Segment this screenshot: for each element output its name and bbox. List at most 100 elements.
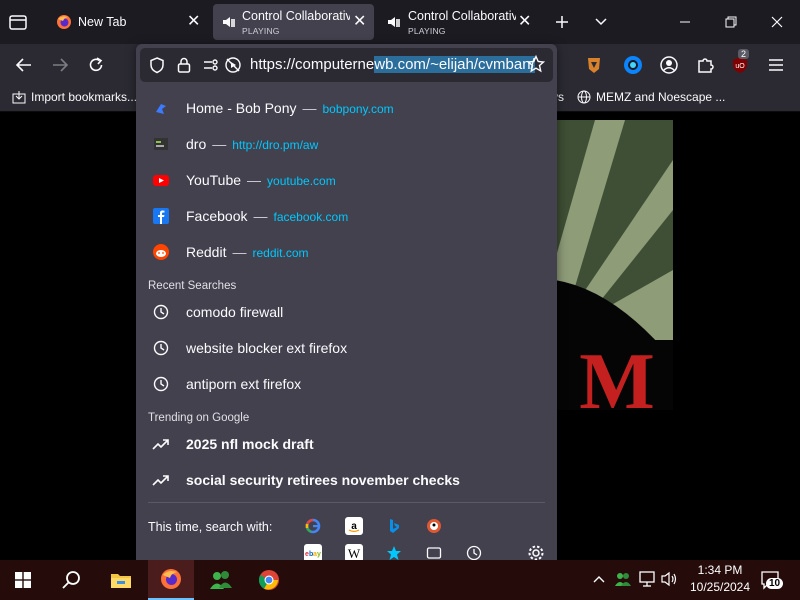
tab-overview-icon[interactable] <box>8 12 28 32</box>
suggestion-row[interactable]: dro — http://dro.pm/aw <box>136 127 557 161</box>
speaker-playing-icon[interactable] <box>221 14 237 30</box>
suggestion-row[interactable]: YouTube — youtube.com <box>136 163 557 197</box>
tray-overflow-chevron-icon[interactable] <box>592 572 606 586</box>
ebay-icon[interactable]: ebay <box>304 544 322 560</box>
recent-searches-heading: Recent Searches <box>148 280 237 292</box>
suggestion-row[interactable]: Facebook — facebook.com <box>136 199 557 233</box>
close-tab-icon[interactable]: ✕ <box>353 14 366 30</box>
ublock-shield-icon[interactable]: uO 2 <box>728 49 752 77</box>
facebook-icon <box>152 207 170 225</box>
search-icon[interactable] <box>48 560 94 600</box>
bookmarks-star-icon[interactable] <box>385 544 403 560</box>
recent-search-text: antiporn ext firefox <box>186 376 302 392</box>
suggestion-title: YouTube <box>186 172 242 188</box>
tab-control-collaborative[interactable]: Control Collaborativ PLAYING ✕ <box>378 4 542 40</box>
list-all-tabs-icon[interactable] <box>589 12 613 32</box>
permissions-icon[interactable] <box>202 56 222 74</box>
bookmark-memz[interactable]: MEMZ and Noescape ... <box>577 90 725 104</box>
suggestion-row[interactable]: Reddit — reddit.com <box>136 235 557 269</box>
tracking-protection-shield-icon[interactable] <box>148 56 166 74</box>
globe-icon <box>577 90 591 104</box>
restore-button[interactable] <box>719 12 743 32</box>
autoplay-blocked-icon[interactable] <box>224 56 242 74</box>
tab-playing-label: PLAYING <box>242 26 280 36</box>
svg-text:a: a <box>351 521 357 532</box>
close-window-button[interactable] <box>765 12 789 32</box>
file-explorer-icon[interactable] <box>98 560 144 600</box>
menu-hamburger-icon[interactable] <box>764 53 788 77</box>
bing-icon[interactable] <box>385 517 403 535</box>
svg-text:uO: uO <box>735 63 745 70</box>
back-button[interactable] <box>12 53 36 77</box>
svg-text:y: y <box>317 551 321 558</box>
trending-row[interactable]: 2025 nfl mock draft <box>136 427 557 461</box>
network-icon[interactable] <box>638 571 656 587</box>
recent-search-text: website blocker ext firefox <box>186 340 348 356</box>
recent-search-row[interactable]: website blocker ext firefox <box>136 331 557 365</box>
url-bar[interactable]: https://computernewb.com/~elijah/cvmban/ <box>140 48 553 82</box>
youtube-icon <box>152 171 170 189</box>
volume-icon[interactable] <box>661 571 679 587</box>
vpn-extension-icon[interactable] <box>621 53 645 77</box>
wikipedia-icon[interactable]: W <box>345 544 363 560</box>
tray-app-icon[interactable] <box>614 570 632 588</box>
search-settings-gear-icon[interactable] <box>527 544 545 560</box>
duckduckgo-icon[interactable] <box>425 517 443 535</box>
tab-control-collaborative-active[interactable]: Control Collaborativ PLAYING ✕ <box>213 4 374 40</box>
close-tab-icon[interactable]: ✕ <box>187 14 200 30</box>
trending-arrow-icon <box>152 435 170 453</box>
extensions-puzzle-icon[interactable] <box>693 53 717 77</box>
suggestion-url: bobpony.com <box>322 102 394 116</box>
suggestion-url: http://dro.pm/aw <box>232 138 319 152</box>
import-icon <box>12 90 26 104</box>
bookmark-star-icon[interactable] <box>527 55 545 73</box>
import-bookmarks-item[interactable]: Import bookmarks... <box>12 90 137 104</box>
svg-text:W: W <box>348 546 361 560</box>
bookmark-label: MEMZ and Noescape ... <box>596 90 726 104</box>
tab-playing-label: PLAYING <box>408 26 446 36</box>
tab-new-tab[interactable]: New Tab ✕ <box>44 4 210 40</box>
amazon-icon[interactable]: a <box>345 517 363 535</box>
recent-search-row[interactable]: antiporn ext firefox <box>136 367 557 401</box>
trending-heading: Trending on Google <box>148 412 250 424</box>
forward-button[interactable] <box>48 53 72 77</box>
account-icon[interactable] <box>657 53 681 77</box>
url-text[interactable]: https://computernewb.com/~elijah/cvmban/ <box>250 56 535 73</box>
trending-text: social security retirees november checks <box>186 472 460 488</box>
history-icon[interactable] <box>465 544 483 560</box>
recent-search-text: comodo firewall <box>186 304 284 320</box>
firefox-icon <box>56 14 72 30</box>
page-artwork: M <box>555 120 673 410</box>
suggestion-row[interactable]: Home - Bob Pony — bobpony.com <box>136 91 557 125</box>
suggestion-url: facebook.com <box>273 210 349 224</box>
url-selected-text: wb.com/~elijah/cvmban/ <box>374 56 535 73</box>
chrome-icon[interactable] <box>246 560 292 600</box>
close-tab-icon[interactable]: ✕ <box>518 14 531 30</box>
suggestion-title: Reddit <box>186 244 227 260</box>
clock-date: 10/25/2024 <box>689 580 751 594</box>
minimize-button[interactable] <box>673 12 697 32</box>
clock[interactable]: 1:34 PM 10/25/2024 <box>684 563 756 594</box>
suggestion-title: Home - Bob Pony <box>186 100 297 116</box>
new-tab-button[interactable] <box>550 12 574 32</box>
google-icon[interactable] <box>304 517 322 535</box>
history-clock-icon <box>152 375 170 393</box>
trending-text: 2025 nfl mock draft <box>186 436 314 452</box>
suggestion-url: reddit.com <box>252 246 309 260</box>
notification-count: 10 <box>766 578 784 589</box>
firefox-taskbar-icon[interactable] <box>148 560 194 600</box>
extension-badge: 2 <box>738 49 750 59</box>
lock-icon[interactable] <box>176 56 192 74</box>
users-app-icon[interactable] <box>198 560 244 600</box>
reload-button[interactable] <box>84 53 108 77</box>
speaker-playing-icon[interactable] <box>386 14 402 30</box>
dro-icon <box>152 135 170 153</box>
search-engines-row: a <box>304 517 544 537</box>
url-prefix: https://computerne <box>250 56 375 73</box>
trending-row[interactable]: social security retirees november checks <box>136 463 557 497</box>
tabs-icon[interactable] <box>425 544 443 560</box>
notifications-icon[interactable]: 10 <box>760 570 784 590</box>
recent-search-row[interactable]: comodo firewall <box>136 295 557 329</box>
windows-start-icon[interactable] <box>0 560 46 600</box>
extension-icon[interactable] <box>582 53 606 77</box>
